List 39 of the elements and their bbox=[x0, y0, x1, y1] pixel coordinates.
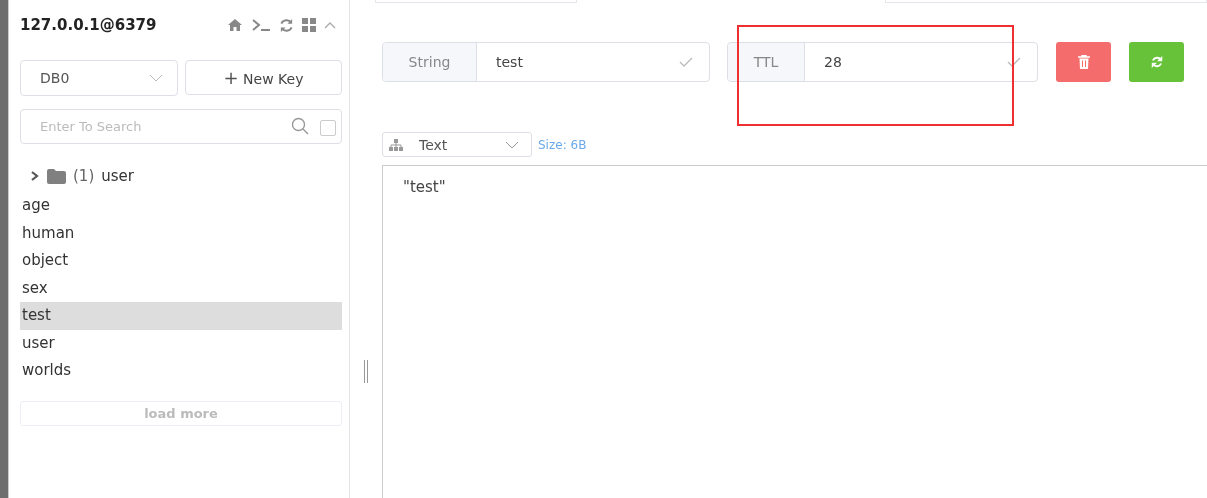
key-item[interactable]: object bbox=[20, 247, 342, 275]
collapse-icon[interactable] bbox=[324, 21, 336, 29]
key-item[interactable]: human bbox=[20, 219, 342, 247]
key-item[interactable]: worlds bbox=[20, 357, 342, 385]
chevron-down-icon[interactable] bbox=[505, 140, 519, 149]
key-item[interactable]: sex bbox=[20, 274, 342, 302]
checkbox[interactable] bbox=[320, 120, 336, 136]
value-editor[interactable]: "test" bbox=[382, 165, 1207, 498]
check-icon[interactable] bbox=[679, 57, 693, 67]
key-name-field[interactable]: String test bbox=[382, 42, 710, 82]
delete-button[interactable] bbox=[1056, 42, 1111, 82]
refresh-icon bbox=[1150, 56, 1163, 68]
resize-handle[interactable] bbox=[364, 360, 368, 383]
connection-name: 127.0.0.1@6379 bbox=[20, 16, 157, 34]
format-select[interactable]: Text bbox=[382, 132, 532, 157]
chevron-down-icon[interactable] bbox=[149, 74, 163, 82]
check-icon[interactable] bbox=[1007, 57, 1021, 67]
key-item[interactable]: user bbox=[20, 329, 342, 357]
terminal-icon[interactable] bbox=[251, 18, 271, 32]
hierarchy-icon bbox=[389, 138, 403, 151]
ttl-label: TTL bbox=[728, 43, 805, 81]
type-label: String bbox=[383, 43, 477, 81]
ttl-field[interactable]: TTL 28 bbox=[727, 42, 1038, 82]
search-icon[interactable] bbox=[291, 117, 309, 135]
search-field[interactable]: Enter To Search bbox=[20, 109, 342, 144]
grid-icon[interactable] bbox=[302, 18, 316, 32]
new-key-button[interactable]: + New Key bbox=[185, 60, 342, 95]
home-icon[interactable] bbox=[227, 18, 243, 32]
chevron-icon[interactable] bbox=[30, 170, 40, 182]
trash-icon bbox=[1077, 55, 1090, 69]
key-item[interactable]: test bbox=[20, 302, 342, 330]
folder-name[interactable]: user bbox=[101, 167, 134, 185]
key-item[interactable]: age bbox=[20, 192, 342, 220]
folder-icon bbox=[47, 168, 66, 184]
refresh-icon[interactable] bbox=[279, 17, 294, 33]
size-label: Size: 6B bbox=[538, 137, 587, 152]
db-select[interactable]: DB0 bbox=[20, 60, 178, 96]
key-count: (1) bbox=[73, 167, 95, 185]
refresh-button[interactable] bbox=[1129, 42, 1184, 82]
